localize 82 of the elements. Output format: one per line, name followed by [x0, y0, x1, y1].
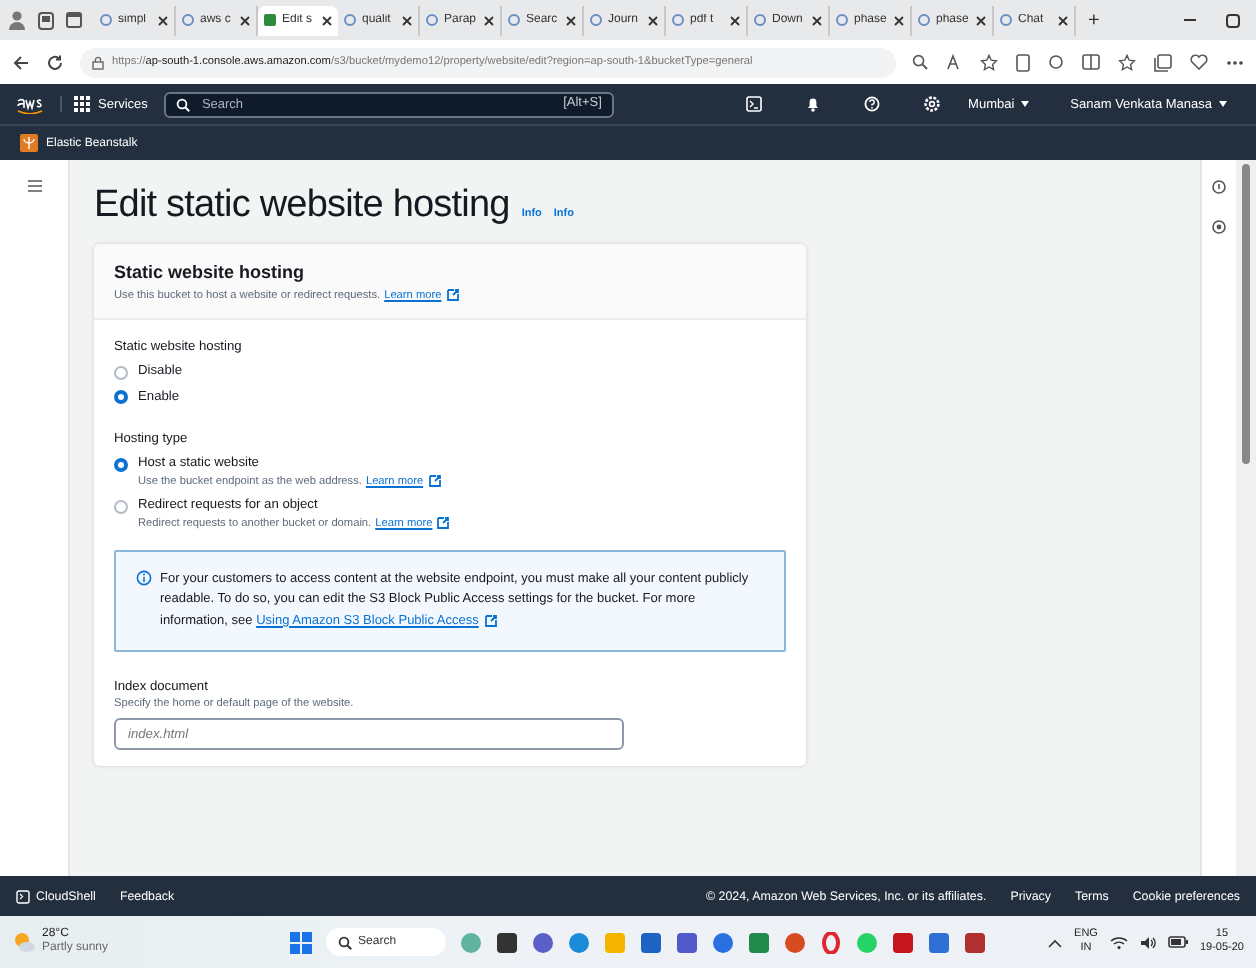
settings-icon[interactable] [924, 96, 941, 112]
page-icon [754, 14, 766, 26]
more-icon[interactable] [1226, 59, 1244, 65]
close-icon[interactable] [976, 15, 986, 25]
speaker-icon[interactable] [1139, 935, 1156, 949]
page-icon [918, 14, 930, 26]
star-icon[interactable] [980, 53, 998, 71]
collections-icon[interactable] [1154, 53, 1172, 71]
close-icon[interactable] [812, 15, 822, 25]
back-icon[interactable] [12, 53, 30, 71]
external-link-icon [445, 288, 460, 302]
search-icon [338, 935, 353, 949]
info-icon[interactable] [1212, 180, 1226, 194]
info-icon [136, 570, 152, 586]
close-icon[interactable] [648, 15, 658, 25]
search-icon [175, 97, 190, 111]
square-app-icon[interactable] [496, 931, 519, 953]
page-icon [672, 14, 684, 26]
close-icon[interactable] [402, 15, 412, 25]
round-app-icon[interactable] [568, 931, 591, 953]
profile-icon [8, 10, 26, 30]
page-icon [508, 14, 520, 26]
battery-icon[interactable] [1167, 936, 1188, 948]
external-link-icon [436, 516, 451, 530]
square-app-icon[interactable] [892, 931, 915, 953]
close-icon[interactable] [1058, 15, 1068, 25]
page-title: Edit static website hosting [94, 184, 510, 228]
split-screen-icon[interactable] [1082, 54, 1100, 70]
help-icon[interactable] [864, 96, 881, 112]
wifi-icon[interactable] [1109, 935, 1128, 949]
new-tab-button[interactable]: + [1076, 9, 1112, 31]
bell-icon[interactable] [806, 96, 821, 112]
chevron-up-icon[interactable] [1048, 937, 1063, 947]
page-icon [590, 14, 602, 26]
refresh-icon[interactable] [46, 53, 64, 71]
close-icon[interactable] [158, 15, 168, 25]
page-icon [264, 14, 276, 26]
radio-button[interactable] [114, 457, 128, 471]
radio-button[interactable] [114, 499, 128, 513]
radio-button[interactable] [114, 365, 128, 379]
page-icon [836, 14, 848, 26]
caret-icon [1218, 100, 1228, 108]
square-app-icon[interactable] [676, 931, 699, 953]
page-icon [426, 14, 438, 26]
grid-icon [74, 96, 90, 112]
menu-icon[interactable] [27, 180, 41, 192]
aws-logo-icon [16, 94, 44, 114]
target-icon[interactable] [1212, 220, 1226, 234]
weather-icon [12, 930, 36, 954]
close-icon[interactable] [894, 15, 904, 25]
close-icon[interactable] [322, 15, 332, 25]
round-app-icon[interactable] [712, 931, 735, 953]
page-icon [344, 14, 356, 26]
ring-app-icon[interactable] [820, 931, 843, 953]
page-icon [100, 14, 112, 26]
card-title: Static website hosting [114, 262, 307, 282]
zoom-icon[interactable] [912, 54, 928, 70]
round-app-icon[interactable] [784, 931, 807, 953]
round-app-icon[interactable] [532, 931, 555, 953]
tab-actions-icon [66, 12, 82, 28]
external-link-icon [484, 613, 499, 628]
close-icon[interactable] [484, 15, 494, 25]
workspaces-icon [38, 11, 54, 29]
page-icon [1000, 14, 1012, 26]
close-icon[interactable] [240, 15, 250, 25]
read-aloud-icon[interactable] [946, 54, 962, 70]
page-icon [182, 14, 194, 26]
external-link-icon [427, 474, 442, 488]
square-app-icon[interactable] [640, 931, 663, 953]
radio-button[interactable] [114, 390, 128, 404]
cloudshell-icon [16, 889, 30, 903]
scrollbar-thumb[interactable] [1242, 164, 1250, 464]
maximize-icon[interactable] [1226, 13, 1240, 27]
close-icon[interactable] [730, 15, 740, 25]
close-icon[interactable] [566, 15, 576, 25]
windows-logo-icon[interactable] [290, 931, 313, 953]
caret-icon [1020, 100, 1031, 108]
lock-icon [92, 55, 104, 69]
favorites-icon[interactable] [1118, 53, 1136, 71]
square-app-icon[interactable] [964, 931, 987, 953]
beanstalk-icon [20, 134, 38, 152]
cloudshell-icon[interactable] [746, 96, 763, 112]
